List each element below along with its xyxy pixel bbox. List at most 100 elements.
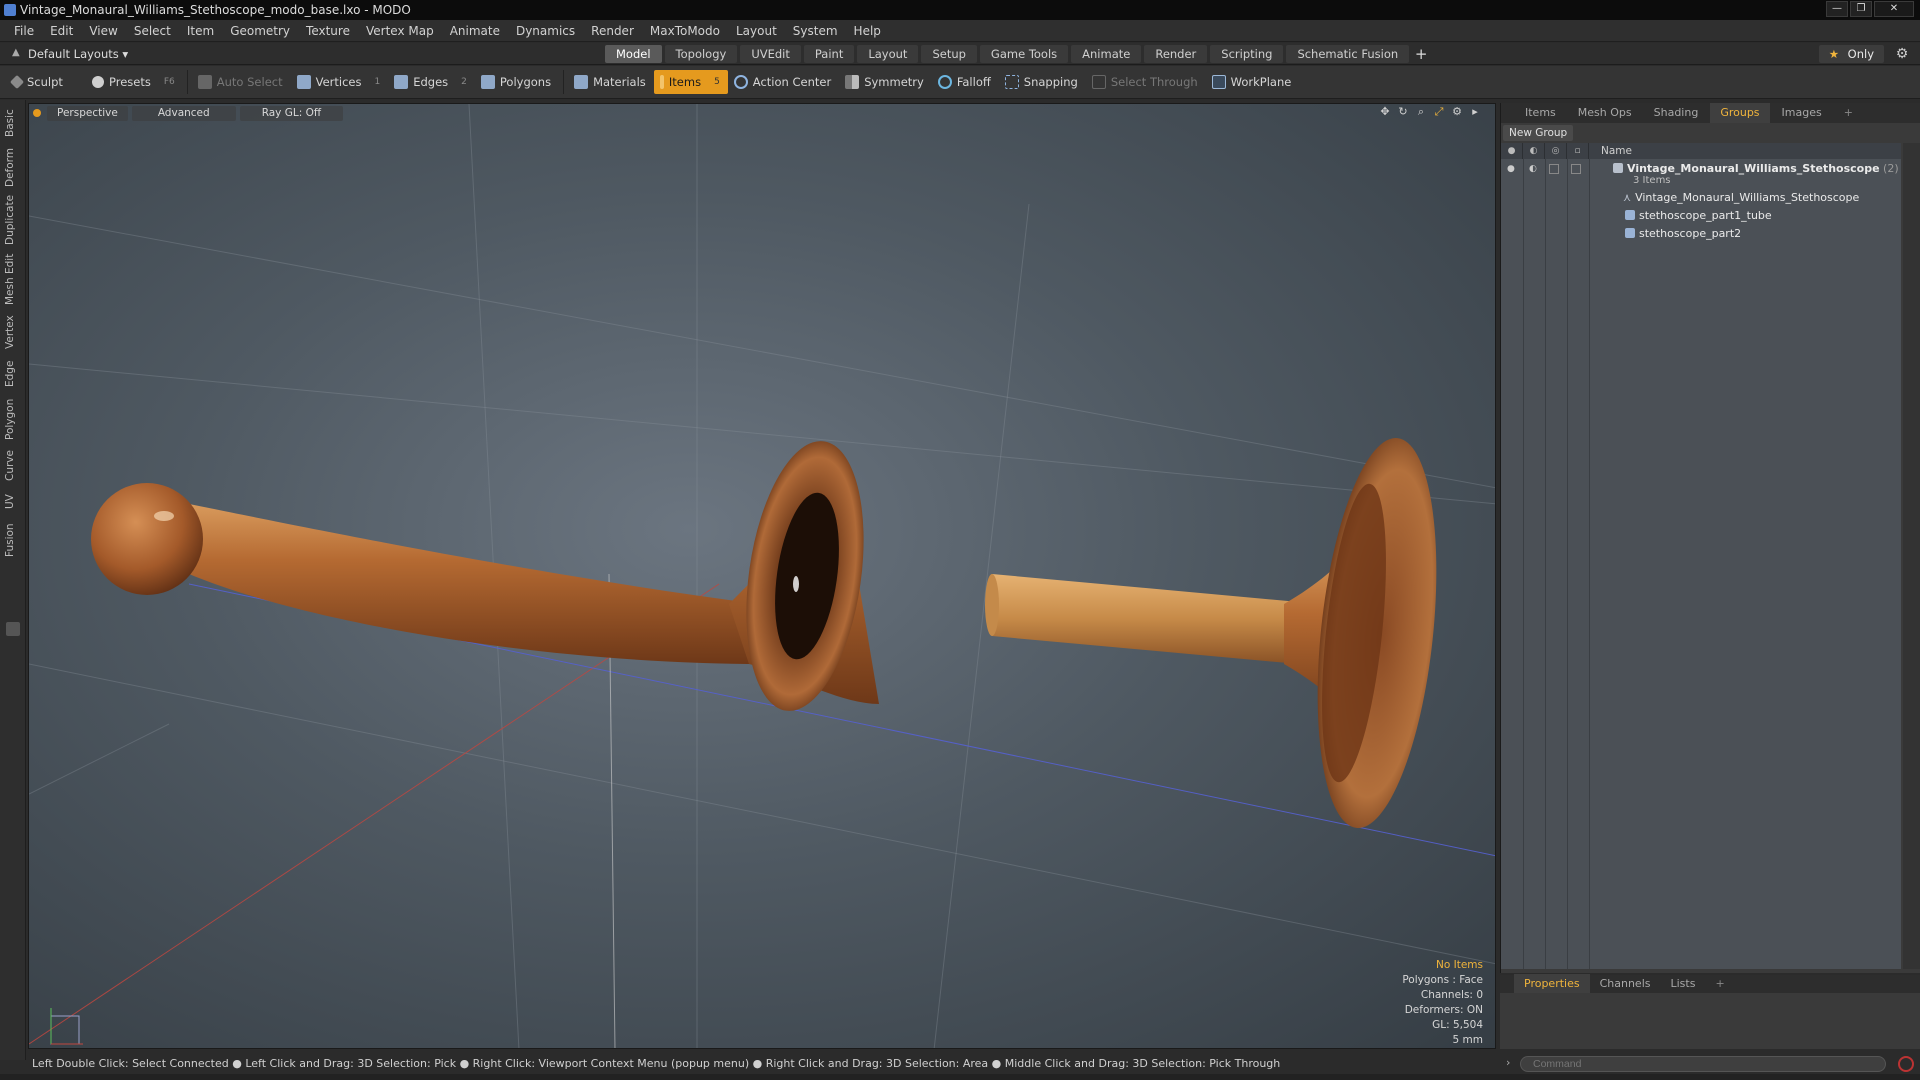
vtab-vertex[interactable]: Vertex [4, 312, 20, 352]
tab-items[interactable]: Items [1515, 103, 1566, 123]
menu-help[interactable]: Help [846, 20, 889, 42]
gear-icon[interactable]: ⚙ [1894, 46, 1910, 62]
menu-geometry[interactable]: Geometry [222, 20, 298, 42]
command-record-icon[interactable] [1898, 1056, 1914, 1072]
fit-icon[interactable]: ⤢ [1433, 106, 1445, 118]
visibility-column-icon[interactable]: ● [1501, 143, 1523, 159]
items-button[interactable]: Items 5 [653, 70, 728, 94]
action-center-button[interactable]: Action Center [728, 70, 839, 94]
add-properties-tab-button[interactable]: + [1705, 974, 1734, 994]
name-column-header[interactable]: Name [1593, 145, 1632, 157]
vtab-mesh-edit[interactable]: Mesh Edit [4, 252, 20, 306]
restore-button[interactable]: ❐ [1850, 1, 1872, 17]
menu-texture[interactable]: Texture [298, 20, 358, 42]
vtab-fusion[interactable]: Fusion [4, 520, 20, 560]
tab-game-tools[interactable]: Game Tools [979, 45, 1069, 63]
viewport-scene[interactable] [29, 104, 1496, 1049]
rotate-icon[interactable]: ↻ [1397, 106, 1409, 118]
groups-scrollbar[interactable] [1903, 143, 1920, 969]
deformers-info: Deformers: ON [1404, 1004, 1483, 1016]
new-group-button[interactable]: New Group [1503, 125, 1574, 141]
command-expand-icon[interactable]: › [1506, 1056, 1510, 1069]
tab-uvedit[interactable]: UVEdit [740, 45, 801, 63]
tab-model[interactable]: Model [605, 45, 662, 63]
tab-schematic-fusion[interactable]: Schematic Fusion [1286, 45, 1410, 63]
pan-icon[interactable]: ✥ [1379, 106, 1391, 118]
list-item[interactable]: ⋏ Vintage_Monaural_Williams_Stethoscope [1501, 189, 1901, 207]
workplane-button[interactable]: WorkPlane [1206, 70, 1300, 94]
polygons-button[interactable]: Polygons [475, 70, 559, 94]
edges-button[interactable]: Edges 2 [388, 70, 475, 94]
stethoscope-part2-model[interactable] [985, 432, 1453, 834]
add-panel-tab-button[interactable]: + [1834, 103, 1863, 123]
3d-viewport[interactable]: Perspective Advanced Ray GL: Off ✥ ↻ ⌕ ⤢… [28, 103, 1496, 1049]
menu-dynamics[interactable]: Dynamics [508, 20, 583, 42]
menu-vertex-map[interactable]: Vertex Map [358, 20, 442, 42]
tab-paint[interactable]: Paint [803, 45, 855, 63]
add-tab-button[interactable]: + [1412, 45, 1430, 63]
vertices-button[interactable]: Vertices 1 [291, 70, 389, 94]
tab-shading[interactable]: Shading [1644, 103, 1709, 123]
select-column-icon[interactable]: ▫ [1567, 143, 1589, 159]
snapping-button[interactable]: Snapping [999, 70, 1086, 94]
raygl-button[interactable]: Ray GL: Off [239, 105, 344, 121]
tab-images[interactable]: Images [1772, 103, 1832, 123]
auto-select-button[interactable]: Auto Select [192, 70, 291, 94]
menu-system[interactable]: System [785, 20, 846, 42]
menu-select[interactable]: Select [126, 20, 179, 42]
view-perspective-button[interactable]: Perspective [47, 105, 128, 121]
only-button[interactable]: ★ Only [1818, 45, 1884, 63]
sculpt-button[interactable]: Sculpt [6, 70, 86, 94]
render-column-icon[interactable]: ◐ [1523, 143, 1545, 159]
symmetry-button[interactable]: Symmetry [839, 70, 932, 94]
tab-properties[interactable]: Properties [1514, 974, 1590, 994]
vtab-basic[interactable]: Basic [4, 106, 20, 140]
menu-item[interactable]: Item [179, 20, 222, 42]
tab-groups[interactable]: Groups [1710, 103, 1770, 123]
materials-button[interactable]: Materials [568, 70, 654, 94]
minimize-button[interactable]: — [1826, 1, 1848, 17]
lock-column-icon[interactable]: ◎ [1545, 143, 1567, 159]
menu-layout[interactable]: Layout [728, 20, 785, 42]
vtab-curve[interactable]: Curve [4, 448, 20, 484]
group-select-toggle[interactable] [1571, 164, 1581, 174]
falloff-button[interactable]: Falloff [932, 70, 999, 94]
close-button[interactable]: ✕ [1874, 1, 1914, 17]
vtab-edge[interactable]: Edge [4, 358, 20, 390]
shading-advanced-button[interactable]: Advanced [131, 105, 236, 121]
vtab-polygon[interactable]: Polygon [4, 396, 20, 442]
menu-file[interactable]: File [6, 20, 42, 42]
tab-scripting[interactable]: Scripting [1210, 45, 1284, 63]
list-item[interactable]: stethoscope_part2 [1501, 225, 1901, 243]
vtab-deform[interactable]: Deform [4, 146, 20, 188]
stethoscope-part1-model[interactable] [91, 434, 879, 719]
left-strip-toggle[interactable] [6, 622, 20, 636]
presets-button[interactable]: Presets F6 [86, 70, 183, 94]
select-through-button[interactable]: Select Through [1086, 70, 1206, 94]
collapse-up-icon[interactable]: ▲ [12, 48, 22, 58]
viewport-settings-icon[interactable]: ⚙ [1451, 106, 1463, 118]
tab-mesh-ops[interactable]: Mesh Ops [1568, 103, 1642, 123]
list-item[interactable]: stethoscope_part1_tube [1501, 207, 1901, 225]
tab-lists[interactable]: Lists [1661, 974, 1706, 994]
tab-setup[interactable]: Setup [921, 45, 977, 63]
menu-maxtomodo[interactable]: MaxToModo [642, 20, 728, 42]
expand-arrow-icon[interactable]: ▸ [1469, 106, 1481, 118]
tab-channels[interactable]: Channels [1590, 974, 1661, 994]
tab-layout[interactable]: Layout [857, 45, 919, 63]
group-lock-toggle[interactable] [1549, 164, 1559, 174]
menu-render[interactable]: Render [583, 20, 642, 42]
menu-edit[interactable]: Edit [42, 20, 81, 42]
menu-view[interactable]: View [81, 20, 125, 42]
command-input[interactable] [1520, 1056, 1886, 1072]
menu-animate[interactable]: Animate [442, 20, 508, 42]
vtab-duplicate[interactable]: Duplicate [4, 194, 20, 246]
vtab-uv[interactable]: UV [4, 490, 20, 514]
tab-render[interactable]: Render [1144, 45, 1208, 63]
layout-dropdown[interactable]: ▲ Default Layouts ▾ [8, 45, 134, 63]
viewport-nav-icons: ✥ ↻ ⌕ ⤢ ⚙ ▸ [1379, 106, 1481, 118]
viewport-menu-dot[interactable] [33, 109, 41, 117]
tab-animate[interactable]: Animate [1071, 45, 1142, 63]
tab-topology[interactable]: Topology [664, 45, 738, 63]
zoom-icon[interactable]: ⌕ [1415, 106, 1427, 118]
